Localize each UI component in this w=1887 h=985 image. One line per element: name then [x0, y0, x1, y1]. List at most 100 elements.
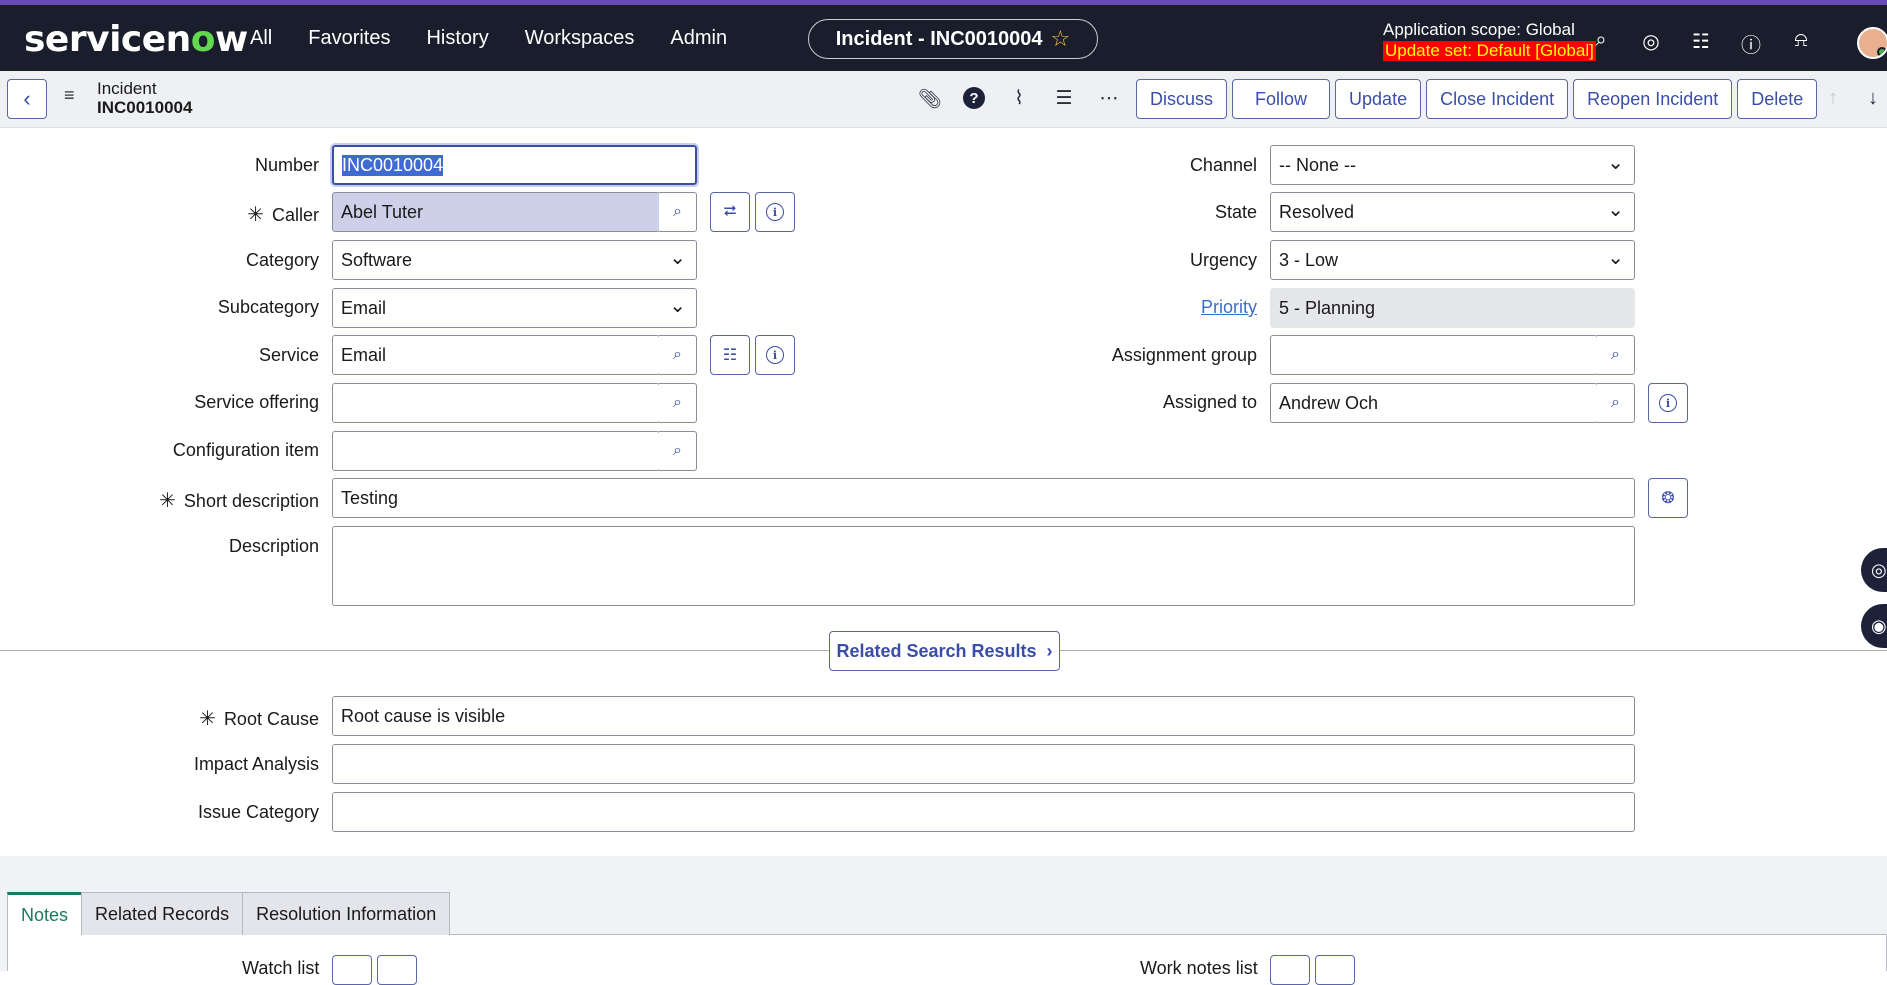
service-offering-label: Service offering — [194, 392, 319, 412]
update-button[interactable]: Update — [1335, 79, 1422, 119]
watch-list-lock-button[interactable] — [332, 955, 372, 985]
service-map-button[interactable]: ☷ — [710, 335, 750, 375]
servicenow-logo[interactable]: servicenow — [24, 19, 248, 60]
main-menu: All Favorites History Workspaces Admin — [250, 27, 727, 50]
service-info-button[interactable]: i — [755, 335, 795, 375]
assigned-to-label: Assigned to — [1162, 392, 1257, 412]
delete-button[interactable]: Delete — [1737, 79, 1818, 119]
discuss-button[interactable]: Discuss — [1136, 79, 1228, 119]
reopen-incident-button[interactable]: Reopen Incident — [1573, 79, 1733, 119]
follow-button[interactable]: Follow — [1232, 79, 1331, 119]
watch-list-label: Watch list — [242, 958, 320, 978]
number-label: Number — [254, 155, 319, 175]
channel-label: Channel — [1189, 155, 1257, 175]
related-search-results-button[interactable]: Related Search Results › — [829, 631, 1060, 671]
subcategory-label: Subcategory — [217, 297, 319, 317]
state-label: State — [1214, 202, 1257, 222]
next-record-icon[interactable]: ↓ — [1868, 87, 1878, 110]
context-menu-icon[interactable]: ≡ — [64, 85, 75, 106]
update-set-text: Update set: Default [Global] — [1383, 41, 1596, 61]
configuration-item-field[interactable] — [332, 431, 660, 471]
help-icon[interactable]: ? — [963, 87, 985, 109]
tab-resolution-information[interactable]: Resolution Information — [242, 892, 451, 935]
record-table-name: Incident — [97, 79, 157, 98]
urgency-select[interactable]: 3 - Low — [1270, 240, 1635, 280]
back-button[interactable]: ‹ — [7, 79, 47, 119]
watch-list-add-me-button[interactable] — [377, 955, 417, 985]
star-icon[interactable]: ☆ — [1051, 26, 1071, 52]
caller-field[interactable]: Abel Tuter — [332, 192, 660, 232]
category-select[interactable]: Software — [332, 240, 697, 280]
nav-favorites[interactable]: Favorites — [308, 27, 390, 50]
channel-select[interactable]: -- None -- — [1270, 145, 1635, 185]
service-field[interactable]: Email — [332, 335, 660, 375]
more-icon[interactable]: ⋯ — [1098, 87, 1120, 111]
search-icon: ⌕ — [673, 346, 682, 363]
description-textarea[interactable] — [332, 526, 1635, 606]
activity-icon[interactable]: ⌇ — [1008, 87, 1030, 111]
caller-dependency-button[interactable]: ⮂ — [710, 192, 750, 232]
root-cause-field[interactable]: Root cause is visible — [332, 696, 1635, 736]
caller-lookup-button[interactable]: ⌕ — [659, 192, 697, 232]
number-field[interactable]: INC0010004 — [330, 143, 699, 187]
service-lookup-button[interactable]: ⌕ — [659, 335, 697, 375]
assigned-to-lookup-button[interactable]: ⌕ — [1597, 383, 1635, 423]
application-scope[interactable]: Application scope: Global Update set: De… — [1383, 20, 1596, 61]
impact-analysis-field[interactable] — [332, 744, 1635, 784]
avatar[interactable] — [1857, 27, 1887, 59]
search-icon: ⌕ — [673, 203, 682, 220]
tab-notes[interactable]: Notes — [7, 892, 83, 935]
info-icon: i — [766, 346, 784, 364]
close-incident-button[interactable]: Close Incident — [1426, 79, 1569, 119]
nav-history[interactable]: History — [426, 27, 488, 50]
service-offering-lookup-button[interactable]: ⌕ — [659, 383, 697, 423]
urgency-label: Urgency — [1189, 250, 1257, 270]
record-title: Incident INC0010004 — [97, 79, 192, 117]
chat-bubble-icon: ◎ — [1871, 559, 1887, 580]
suggestion-button[interactable]: ❂ — [1648, 478, 1688, 518]
work-notes-list-lock-button[interactable] — [1270, 955, 1310, 985]
subcategory-select[interactable]: Email — [332, 288, 697, 328]
service-offering-field[interactable] — [332, 383, 660, 423]
work-notes-list-label: Work notes list — [1140, 958, 1258, 978]
globe-icon[interactable]: ◎ — [1640, 29, 1662, 58]
nav-admin[interactable]: Admin — [670, 27, 727, 50]
work-notes-list-add-me-button[interactable] — [1315, 955, 1355, 985]
search-icon[interactable]: ⌕ — [1590, 29, 1612, 58]
bot-icon: ◉ — [1871, 615, 1887, 636]
help-icon[interactable]: ⓘ — [1740, 29, 1762, 58]
info-icon: i — [1659, 394, 1677, 412]
nav-workspaces[interactable]: Workspaces — [525, 27, 635, 50]
configuration-item-lookup-button[interactable]: ⌕ — [659, 431, 697, 471]
chat-icon[interactable]: ☷ — [1690, 29, 1712, 58]
priority-field: 5 - Planning — [1270, 288, 1635, 328]
caller-info-button[interactable]: i — [755, 192, 795, 232]
context-title-pill[interactable]: Incident - INC0010004 ☆ — [808, 19, 1098, 59]
required-icon: ✳ — [159, 490, 176, 512]
top-icons: ⌕ ◎ ☷ ⓘ ⍾ — [1590, 29, 1812, 58]
settings-sliders-icon[interactable]: ☰ — [1053, 87, 1075, 111]
bell-icon[interactable]: ⍾ — [1790, 29, 1812, 58]
virtual-agent-widget[interactable]: ◉ — [1861, 604, 1887, 648]
search-icon: ⌕ — [673, 442, 682, 459]
issue-category-field[interactable] — [332, 792, 1635, 832]
assigned-to-info-button[interactable]: i — [1648, 383, 1688, 423]
previous-record-icon[interactable]: ↑ — [1828, 87, 1838, 110]
assignment-group-lookup-button[interactable]: ⌕ — [1597, 335, 1635, 375]
priority-link[interactable]: Priority — [1201, 297, 1257, 317]
agent-chat-widget[interactable]: ◎ — [1861, 548, 1887, 592]
nav-all[interactable]: All — [250, 27, 272, 50]
short-description-field[interactable]: Testing — [332, 478, 1635, 518]
top-navigation-bar: servicenow All Favorites History Workspa… — [0, 0, 1887, 71]
short-description-label: ✳ Short description — [159, 490, 319, 512]
assigned-to-field[interactable]: Andrew Och — [1270, 383, 1598, 423]
paperclip-icon[interactable]: 📎︎ — [918, 87, 942, 111]
priority-label: Priority — [1201, 297, 1257, 318]
issue-category-label: Issue Category — [197, 802, 319, 822]
state-select[interactable]: Resolved — [1270, 192, 1635, 232]
assignment-group-field[interactable] — [1270, 335, 1598, 375]
record-number: INC0010004 — [97, 98, 193, 117]
form-header: ‹ ≡ Incident INC0010004 📎︎ ? ⌇ ☰ ⋯ Discu… — [0, 71, 1887, 128]
root-cause-label: ✳ Root Cause — [199, 708, 319, 730]
tab-related-records[interactable]: Related Records — [81, 892, 244, 935]
